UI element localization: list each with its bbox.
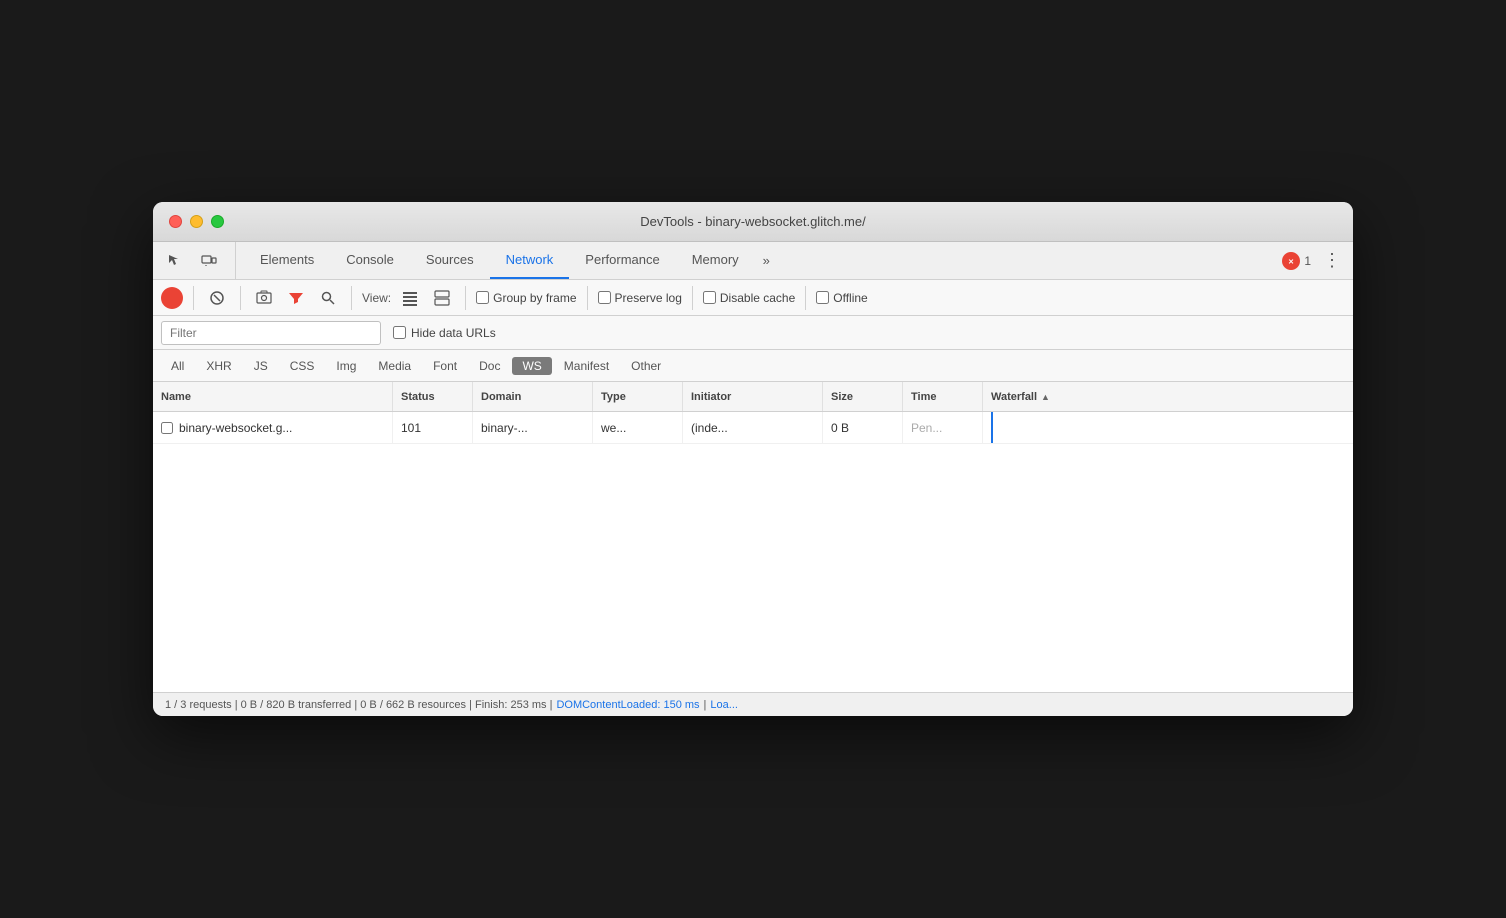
window-title: DevTools - binary-websocket.glitch.me/: [640, 214, 865, 229]
tabs-right-area: ✕ 1 ⋮: [1282, 242, 1345, 279]
preserve-log-checkbox[interactable]: [598, 291, 611, 304]
tab-performance[interactable]: Performance: [569, 242, 675, 279]
screenshot-button[interactable]: [251, 285, 277, 311]
table-row[interactable]: binary-websocket.g... 101 binary-... we.…: [153, 412, 1353, 444]
offline-label[interactable]: Offline: [816, 291, 867, 305]
type-filter-bar: All XHR JS CSS Img Media Font Doc WS Man…: [153, 350, 1353, 382]
group-by-frame-label[interactable]: Group by frame: [476, 291, 576, 305]
th-size[interactable]: Size: [823, 382, 903, 411]
th-name[interactable]: Name: [153, 382, 393, 411]
filter-row: Hide data URLs: [153, 316, 1353, 350]
td-waterfall: [983, 412, 1353, 443]
devtools-window: DevTools - binary-websocket.glitch.me/ E…: [153, 202, 1353, 716]
tab-elements[interactable]: Elements: [244, 242, 330, 279]
disable-cache-label[interactable]: Disable cache: [703, 291, 795, 305]
devtools-left-icons: [161, 242, 236, 279]
filter-input[interactable]: [161, 321, 381, 345]
preserve-log-label[interactable]: Preserve log: [598, 291, 682, 305]
list-view-button[interactable]: [397, 285, 423, 311]
dom-content-loaded-link[interactable]: DOMContentLoaded: 150 ms: [556, 699, 699, 711]
toolbar-divider-4: [465, 286, 466, 310]
group-by-frame-checkbox[interactable]: [476, 291, 489, 304]
tab-network[interactable]: Network: [490, 242, 570, 279]
tab-memory[interactable]: Memory: [676, 242, 755, 279]
table-body: binary-websocket.g... 101 binary-... we.…: [153, 412, 1353, 692]
offline-checkbox[interactable]: [816, 291, 829, 304]
tabs-overflow-button[interactable]: »: [755, 242, 778, 279]
td-status: 101: [393, 412, 473, 443]
filter-manifest[interactable]: Manifest: [554, 357, 619, 375]
tab-console[interactable]: Console: [330, 242, 410, 279]
panel-layout-button[interactable]: [429, 285, 455, 311]
filter-css[interactable]: CSS: [280, 357, 325, 375]
toolbar-divider-1: [193, 286, 194, 310]
filter-all[interactable]: All: [161, 357, 194, 375]
filter-xhr[interactable]: XHR: [196, 357, 241, 375]
waterfall-line: [991, 412, 993, 443]
hide-data-urls-checkbox[interactable]: [393, 326, 406, 339]
td-time: Pen...: [903, 412, 983, 443]
th-initiator[interactable]: Initiator: [683, 382, 823, 411]
filter-img[interactable]: Img: [326, 357, 366, 375]
title-bar: DevTools - binary-websocket.glitch.me/: [153, 202, 1353, 242]
load-link[interactable]: Loa...: [710, 699, 738, 711]
th-status[interactable]: Status: [393, 382, 473, 411]
status-bar: 1 / 3 requests | 0 B / 820 B transferred…: [153, 692, 1353, 716]
filter-media[interactable]: Media: [368, 357, 421, 375]
error-badge: ✕: [1282, 252, 1300, 270]
td-size: 0 B: [823, 412, 903, 443]
clear-button[interactable]: [204, 285, 230, 311]
disable-cache-checkbox[interactable]: [703, 291, 716, 304]
view-label: View:: [362, 291, 391, 305]
toolbar-divider-5: [587, 286, 588, 310]
td-domain: binary-...: [473, 412, 593, 443]
search-button[interactable]: [315, 285, 341, 311]
row-select-checkbox[interactable]: [161, 422, 173, 434]
maximize-button[interactable]: [211, 215, 224, 228]
td-initiator: (inde...: [683, 412, 823, 443]
filter-other[interactable]: Other: [621, 357, 671, 375]
error-count: 1: [1304, 254, 1311, 268]
filter-js[interactable]: JS: [244, 357, 278, 375]
filter-button[interactable]: [283, 285, 309, 311]
hide-data-urls-label[interactable]: Hide data URLs: [393, 326, 496, 340]
record-button[interactable]: [161, 287, 183, 309]
status-text: 1 / 3 requests | 0 B / 820 B transferred…: [165, 699, 552, 711]
th-domain[interactable]: Domain: [473, 382, 593, 411]
more-options-button[interactable]: ⋮: [1319, 250, 1345, 271]
inspect-element-button[interactable]: [161, 247, 189, 275]
toolbar-divider-6: [692, 286, 693, 310]
error-indicator: ✕ 1: [1282, 252, 1311, 270]
network-toolbar: View: Group by frame Preserve log: [153, 280, 1353, 316]
filter-ws[interactable]: WS: [512, 357, 551, 375]
table-header: Name Status Domain Type Initiator Size T…: [153, 382, 1353, 412]
devtools-tab-bar: Elements Console Sources Network Perform…: [153, 242, 1353, 280]
toolbar-divider-2: [240, 286, 241, 310]
th-waterfall[interactable]: Waterfall ▲: [983, 382, 1353, 411]
traffic-lights: [169, 215, 224, 228]
td-name: binary-websocket.g...: [153, 412, 393, 443]
device-toolbar-button[interactable]: [195, 247, 223, 275]
tab-sources[interactable]: Sources: [410, 242, 490, 279]
th-time[interactable]: Time: [903, 382, 983, 411]
status-separator: |: [704, 699, 707, 711]
svg-text:✕: ✕: [1288, 259, 1294, 266]
filter-doc[interactable]: Doc: [469, 357, 510, 375]
minimize-button[interactable]: [190, 215, 203, 228]
toolbar-divider-7: [805, 286, 806, 310]
filter-font[interactable]: Font: [423, 357, 467, 375]
td-type: we...: [593, 412, 683, 443]
toolbar-divider-3: [351, 286, 352, 310]
th-type[interactable]: Type: [593, 382, 683, 411]
close-button[interactable]: [169, 215, 182, 228]
network-table: Name Status Domain Type Initiator Size T…: [153, 382, 1353, 692]
sort-icon: ▲: [1041, 392, 1050, 402]
